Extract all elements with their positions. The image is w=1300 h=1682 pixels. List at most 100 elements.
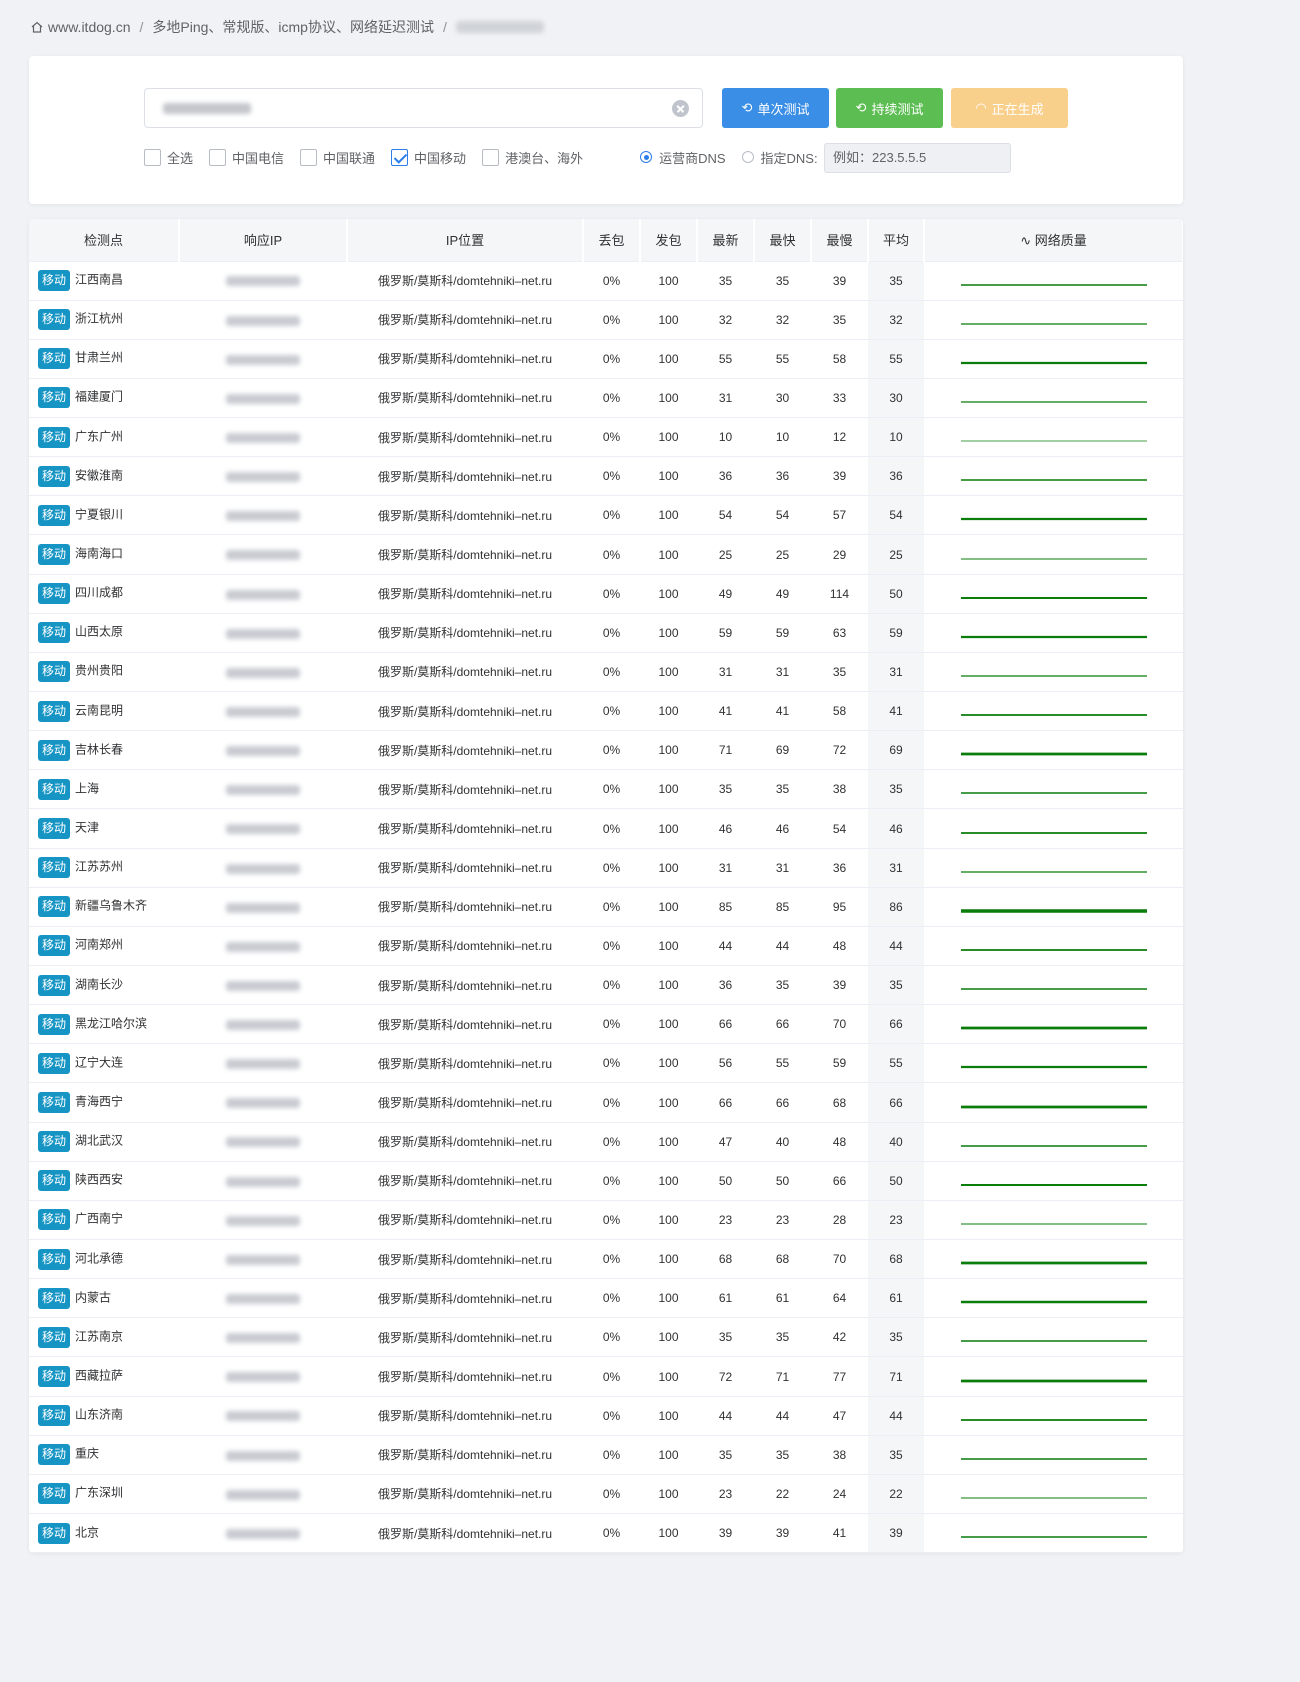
best-value: 22	[775, 1486, 790, 1501]
table-cell: 0%	[583, 339, 640, 379]
table-cell: 100	[640, 1356, 697, 1397]
col-header[interactable]: 最慢	[811, 219, 869, 262]
filter-overseas[interactable]: 港澳台、海外	[482, 148, 583, 167]
carrier-tag: 移动	[38, 1483, 71, 1505]
table-row: 移动 山西太原 俄罗斯/莫斯科/domtehniki–net.ru 0% 100 59 59…	[29, 613, 1183, 653]
dns-custom-option[interactable]: 指定DNS:	[741, 148, 818, 167]
table-cell: 移动 湖北武汉	[29, 1122, 179, 1162]
table-cell: 0%	[583, 1396, 640, 1436]
ip-location: 俄罗斯/莫斯科/domtehniki–net.ru	[377, 548, 553, 563]
col-header[interactable]: 最快	[754, 219, 812, 262]
table-cell: 47	[811, 1396, 868, 1436]
table-cell: 54	[811, 808, 868, 849]
quality-sparkline	[960, 988, 1147, 990]
checkbox[interactable]	[144, 148, 161, 166]
table-cell: 44	[754, 1396, 811, 1436]
quality-sparkline	[960, 401, 1147, 403]
table-cell: 100	[640, 848, 697, 888]
breadcrumb-home[interactable]: www.itdog.cn	[48, 19, 130, 35]
table-cell	[179, 300, 347, 340]
table-cell: 32	[868, 300, 924, 340]
table-cell: 100	[640, 1474, 697, 1515]
sent-value: 100	[658, 938, 679, 953]
col-header[interactable]: 平均	[868, 219, 925, 262]
filter-mobile[interactable]: 中国移动	[391, 148, 466, 167]
response-ip-redacted	[226, 511, 300, 522]
table-cell	[179, 887, 347, 927]
table-cell	[179, 652, 347, 693]
table-cell: 俄罗斯/莫斯科/domtehniki–net.ru	[347, 1474, 583, 1515]
sent-value: 100	[658, 1526, 679, 1541]
table-cell: 36	[868, 456, 924, 497]
loss-value: 0%	[602, 1173, 621, 1188]
single-test-button[interactable]: ⟲ 单次测试	[722, 88, 829, 128]
col-header[interactable]: 响应IP	[179, 219, 348, 262]
sent-value: 100	[658, 978, 679, 993]
response-ip-redacted	[226, 628, 300, 639]
loss-value: 0%	[602, 469, 621, 484]
response-ip-redacted	[226, 1294, 300, 1305]
last-value: 72	[718, 1369, 733, 1384]
table-cell	[179, 1239, 347, 1280]
table-row: 移动 福建厦门 俄罗斯/莫斯科/domtehniki–net.ru 0% 100 31 30…	[29, 378, 1183, 419]
dns-carrier-option[interactable]: 运营商DNS	[640, 148, 726, 167]
loss-value: 0%	[602, 1095, 621, 1110]
radio[interactable]	[741, 151, 754, 163]
table-cell: 100	[640, 339, 697, 379]
filter-all[interactable]: 全选	[144, 148, 193, 167]
loss-value: 0%	[602, 1486, 621, 1501]
ip-location: 俄罗斯/莫斯科/domtehniki–net.ru	[377, 822, 553, 837]
continuous-test-button[interactable]: ⟲ 持续测试	[836, 88, 943, 128]
table-row: 移动 山东济南 俄罗斯/莫斯科/domtehniki–net.ru 0% 100 44 44…	[29, 1396, 1183, 1436]
custom-dns-input[interactable]: 例如：223.5.5.5	[824, 143, 1011, 173]
table-row: 移动 河北承德 俄罗斯/莫斯科/domtehniki–net.ru 0% 100 68 68…	[29, 1239, 1183, 1280]
col-header-quality[interactable]: ∿ 网络质量	[924, 219, 1183, 262]
col-header[interactable]: 最新	[697, 219, 755, 262]
quality-sparkline-cell	[924, 1239, 1183, 1280]
col-header[interactable]: IP位置	[347, 219, 584, 262]
table-cell: 72	[811, 730, 868, 771]
sent-value: 100	[658, 1486, 679, 1501]
table-cell: 移动 广西南宁	[29, 1200, 179, 1241]
worst-value: 59	[832, 1056, 847, 1071]
last-value: 23	[718, 1212, 733, 1227]
loss-value: 0%	[602, 1291, 621, 1306]
col-header[interactable]: 丢包	[583, 219, 641, 262]
checkbox[interactable]	[209, 148, 227, 166]
table-cell: 俄罗斯/莫斯科/domtehniki–net.ru	[347, 1161, 583, 1201]
last-value: 31	[718, 664, 733, 679]
last-value: 68	[718, 1252, 733, 1267]
checkbox-checked[interactable]	[391, 148, 409, 166]
radio-selected[interactable]	[640, 151, 653, 163]
ip-location: 俄罗斯/莫斯科/domtehniki–net.ru	[377, 782, 553, 797]
filter-telecom[interactable]: 中国电信	[209, 148, 284, 167]
table-cell	[179, 730, 347, 771]
table-cell: 俄罗斯/莫斯科/domtehniki–net.ru	[347, 456, 583, 497]
avg-value: 50	[889, 586, 903, 601]
table-cell: 俄罗斯/莫斯科/domtehniki–net.ru	[347, 417, 583, 458]
col-header[interactable]: 检测点	[29, 219, 180, 262]
worst-value: 38	[832, 782, 847, 797]
filter-unicom[interactable]: 中国联通	[300, 148, 375, 167]
quality-sparkline	[960, 871, 1147, 873]
col-header[interactable]: 发包	[640, 219, 698, 262]
generating-label: 正在生成	[991, 101, 1044, 117]
checkbox[interactable]	[300, 148, 318, 166]
table-cell	[179, 691, 347, 732]
worst-value: 66	[832, 1173, 847, 1188]
table-row: 移动 黑龙江哈尔滨 俄罗斯/莫斯科/domtehniki–net.ru 0% 100 66…	[29, 1004, 1183, 1045]
breadcrumb-page[interactable]: 多地Ping、常规版、icmp协议、网络延迟测试	[152, 17, 434, 37]
generating-button[interactable]: ◠ 正在生成	[951, 88, 1068, 128]
loss-value: 0%	[602, 1369, 621, 1384]
table-cell: 31	[754, 848, 811, 888]
clear-icon[interactable]	[672, 100, 689, 117]
response-ip-redacted	[226, 472, 300, 483]
table-cell	[179, 378, 347, 419]
checkbox[interactable]	[482, 148, 500, 166]
table-cell: 55	[754, 1043, 811, 1084]
best-value: 85	[775, 899, 790, 914]
target-host-input[interactable]	[144, 88, 703, 128]
carrier-tag: 移动	[38, 622, 71, 644]
table-cell	[179, 417, 347, 458]
avg-value: 31	[889, 664, 903, 679]
